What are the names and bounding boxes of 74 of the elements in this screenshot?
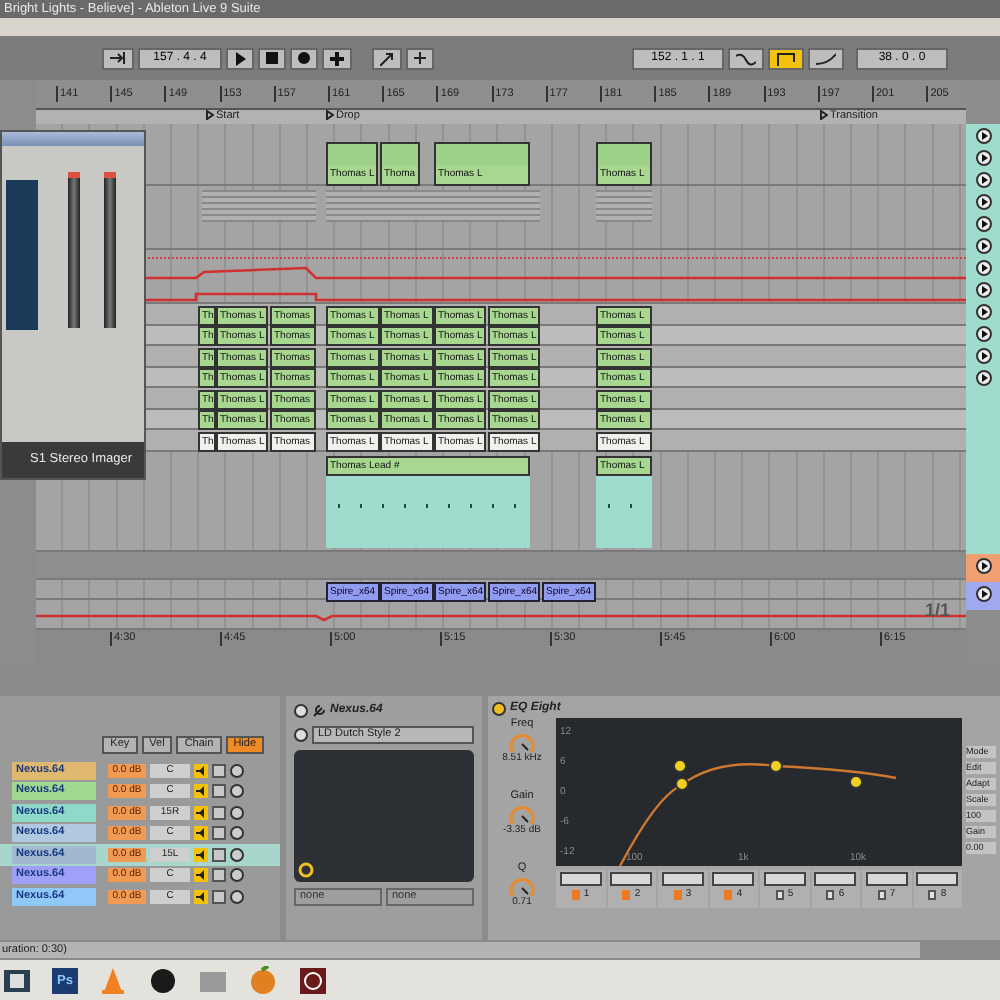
filter-type-dropdown[interactable] [661,872,704,886]
filter-type-dropdown[interactable] [712,872,755,886]
speaker-button[interactable] [194,889,208,904]
play-icon[interactable] [975,348,991,364]
add-button[interactable] [406,47,434,69]
speaker-button[interactable] [194,805,208,820]
play-icon[interactable] [975,558,991,574]
arrow-icon [110,52,126,64]
knob[interactable] [507,732,536,752]
stop-button[interactable] [258,47,286,69]
add-button[interactable] [322,47,352,69]
play-icon[interactable] [975,238,991,254]
knob[interactable] [508,804,536,824]
collapsed-clip [202,190,316,222]
band-toggle[interactable] [724,890,733,900]
xy-handle[interactable] [298,862,314,878]
follow-button[interactable] [102,47,134,69]
band-toggle[interactable] [877,890,886,900]
play-icon[interactable] [975,194,991,210]
band-point[interactable] [849,775,863,789]
page-indicator: 1/1 [924,599,950,619]
fruit-icon[interactable] [248,965,278,995]
midi-clip [596,475,652,547]
filter-type-dropdown[interactable] [814,872,857,886]
plus-icon [330,51,344,65]
filter-type-dropdown[interactable] [865,872,908,886]
band-toggle[interactable] [673,890,682,900]
play-icon[interactable] [975,172,991,188]
filter-type-dropdown[interactable] [610,872,653,886]
speaker-button[interactable] [194,826,208,841]
collapsed-clip [596,190,652,222]
band-point[interactable] [675,777,689,791]
play-icon [234,51,246,65]
locator-icon [820,110,828,121]
band-point[interactable] [673,759,687,773]
filter-type-dropdown[interactable] [763,872,806,886]
band-toggle[interactable] [775,890,784,900]
arrows-icon [380,51,394,65]
locator-icon [206,110,214,121]
filter-type-dropdown[interactable] [916,872,959,886]
play-icon[interactable] [975,128,991,144]
disc-icon[interactable] [148,965,178,995]
play-icon[interactable] [975,304,991,320]
band-toggle[interactable] [622,890,631,900]
play-icon[interactable] [975,370,991,386]
stop-icon [266,52,278,64]
record-button[interactable] [290,47,318,69]
band-point[interactable] [769,759,783,773]
record-icon [298,52,310,64]
speaker-button[interactable] [194,868,208,883]
speaker-button[interactable] [194,763,208,778]
automation-toggle[interactable] [808,47,844,69]
play-button[interactable] [226,47,254,69]
speaker-button[interactable] [194,784,208,799]
band-toggle[interactable] [826,890,835,900]
overdub-button[interactable] [372,47,402,69]
wrench-icon[interactable] [312,704,326,718]
filter-type-dropdown[interactable] [559,872,602,886]
knob[interactable] [508,876,536,896]
locator-icon [326,110,334,121]
automation-toggle[interactable] [728,47,764,69]
play-icon[interactable] [975,150,991,166]
play-icon[interactable] [975,216,991,232]
play-icon[interactable] [975,586,991,602]
play-icon[interactable] [975,260,991,276]
play-icon[interactable] [975,282,991,298]
speaker-button[interactable] [194,847,208,862]
target-icon[interactable] [298,965,328,995]
automation-toggle[interactable] [768,47,804,69]
band-toggle[interactable] [928,890,937,900]
band-toggle[interactable] [571,890,580,900]
plus-icon [414,52,426,64]
plugin-title-bar [2,132,144,146]
play-icon[interactable] [975,326,991,342]
